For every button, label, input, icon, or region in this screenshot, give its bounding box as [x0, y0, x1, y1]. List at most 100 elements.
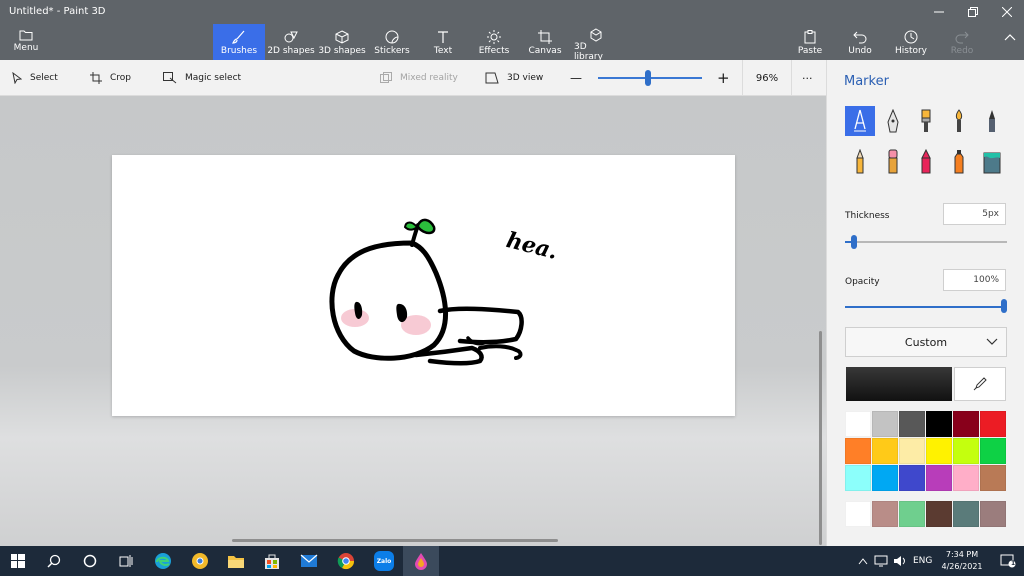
color-swatch[interactable] — [980, 438, 1006, 464]
menu-button[interactable]: Menu — [4, 26, 48, 58]
color-swatch[interactable] — [845, 411, 871, 437]
ribbon-3d-shapes[interactable]: 3D shapes — [318, 24, 366, 60]
color-swatch[interactable] — [845, 438, 871, 464]
brush-spray-can[interactable] — [944, 147, 974, 177]
color-swatch[interactable] — [926, 438, 952, 464]
3d-shapes-icon — [335, 30, 349, 44]
ribbon-brushes[interactable]: Brushes — [213, 24, 265, 60]
brush-fill[interactable] — [977, 147, 1007, 177]
color-mode-dropdown[interactable]: Custom — [845, 327, 1007, 357]
ribbon-effects[interactable]: Effects — [474, 24, 514, 60]
redo-label: Redo — [950, 46, 974, 56]
volume-icon[interactable] — [893, 546, 907, 576]
cortana-icon[interactable] — [72, 546, 108, 576]
opacity-slider-thumb[interactable] — [1001, 299, 1007, 313]
ribbon-stickers[interactable]: Stickers — [370, 24, 414, 60]
taskbar-clock[interactable]: 7:34 PM 4/26/2021 — [936, 549, 988, 573]
color-swatch[interactable] — [953, 465, 979, 491]
mail-icon[interactable] — [291, 546, 327, 576]
brush-marker[interactable] — [845, 106, 875, 136]
current-color-preview[interactable] — [846, 367, 952, 401]
brush-calligraphy-pen[interactable] — [878, 106, 908, 136]
brush-watercolor[interactable] — [944, 106, 974, 136]
ribbon-2d-shapes[interactable]: 2D shapes — [266, 24, 316, 60]
more-options-button[interactable]: ··· — [802, 60, 813, 96]
text-icon — [438, 31, 448, 43]
opacity-input[interactable]: 100% — [943, 269, 1006, 291]
store-icon[interactable] — [254, 546, 290, 576]
ribbon-text[interactable]: Text — [424, 24, 462, 60]
color-swatch[interactable] — [980, 465, 1006, 491]
undo-button[interactable]: Undo — [844, 24, 876, 60]
color-swatch[interactable] — [953, 438, 979, 464]
file-explorer-icon[interactable] — [218, 546, 254, 576]
custom-color-swatch[interactable] — [980, 501, 1006, 527]
crop-button[interactable]: Crop — [90, 60, 131, 96]
secondary-toolbar: Select Crop Magic select Mixed reality 3… — [0, 60, 826, 96]
brush-eraser[interactable] — [878, 147, 908, 177]
zoom-in-button[interactable]: + — [717, 60, 730, 96]
custom-color-swatch[interactable] — [872, 501, 898, 527]
redo-button[interactable]: Redo — [947, 24, 977, 60]
drawing-canvas[interactable]: hea. — [112, 155, 735, 416]
custom-color-swatch[interactable] — [953, 501, 979, 527]
magic-select-icon — [163, 72, 177, 84]
custom-color-swatch[interactable] — [899, 501, 925, 527]
task-view-icon[interactable] — [108, 546, 144, 576]
chrome-icon[interactable] — [328, 546, 364, 576]
tray-chevron-up-icon[interactable] — [858, 546, 868, 576]
notification-center-icon[interactable]: 1 — [992, 546, 1024, 576]
ribbon-3d-library[interactable]: 3D library — [574, 24, 618, 62]
color-swatch[interactable] — [899, 411, 925, 437]
color-swatch[interactable] — [872, 465, 898, 491]
chrome-canary-icon[interactable] — [182, 546, 218, 576]
color-swatch[interactable] — [845, 465, 871, 491]
mixed-reality-button[interactable]: Mixed reality — [380, 60, 458, 96]
color-swatch[interactable] — [926, 411, 952, 437]
ribbon-canvas[interactable]: Canvas — [526, 24, 564, 60]
thickness-slider-thumb[interactable] — [851, 235, 857, 249]
paint-3d-icon[interactable] — [403, 546, 439, 576]
3d-view-button[interactable]: 3D view — [485, 60, 543, 96]
language-indicator[interactable]: ENG — [913, 546, 932, 576]
brush-crayon[interactable] — [911, 147, 941, 177]
search-icon[interactable] — [36, 546, 72, 576]
zoom-slider-thumb[interactable] — [645, 70, 651, 86]
paste-button[interactable]: Paste — [793, 24, 827, 60]
color-swatch[interactable] — [953, 411, 979, 437]
collapse-ribbon-icon[interactable] — [1004, 33, 1016, 44]
eyedropper-button[interactable] — [954, 367, 1006, 401]
color-swatch[interactable] — [980, 411, 1006, 437]
brush-oil[interactable] — [911, 106, 941, 136]
panel-title: Marker — [844, 74, 889, 89]
opacity-slider-track[interactable] — [845, 306, 1007, 308]
brush-pixel-pen[interactable] — [977, 106, 1007, 136]
custom-color-swatch[interactable] — [845, 501, 871, 527]
color-mode-value: Custom — [904, 335, 948, 349]
ribbon-3d-library-label: 3D library — [574, 42, 603, 62]
undo-icon — [853, 31, 867, 44]
minimize-icon[interactable] — [922, 0, 956, 24]
horizontal-scrollbar[interactable] — [232, 539, 558, 542]
color-swatch[interactable] — [926, 465, 952, 491]
history-button[interactable]: History — [894, 24, 928, 60]
thickness-input[interactable]: 5px — [943, 203, 1006, 225]
network-icon[interactable] — [874, 546, 888, 576]
color-swatch[interactable] — [899, 438, 925, 464]
edge-icon[interactable] — [145, 546, 181, 576]
color-swatch[interactable] — [872, 438, 898, 464]
zoom-out-button[interactable]: — — [570, 60, 582, 96]
brush-pencil[interactable] — [845, 147, 875, 177]
thickness-slider-track[interactable] — [845, 241, 1007, 243]
custom-color-swatch[interactable] — [926, 501, 952, 527]
select-button[interactable]: Select — [12, 60, 58, 96]
vertical-scrollbar[interactable] — [819, 331, 822, 545]
ribbon-3d-shapes-label: 3D shapes — [318, 46, 366, 56]
color-swatch[interactable] — [899, 465, 925, 491]
zalo-icon[interactable]: Zalo — [366, 546, 402, 576]
windows-start-icon[interactable] — [0, 546, 36, 576]
close-icon[interactable] — [990, 0, 1024, 24]
restore-icon[interactable] — [956, 0, 990, 24]
magic-select-button[interactable]: Magic select — [163, 60, 241, 96]
color-swatch[interactable] — [872, 411, 898, 437]
